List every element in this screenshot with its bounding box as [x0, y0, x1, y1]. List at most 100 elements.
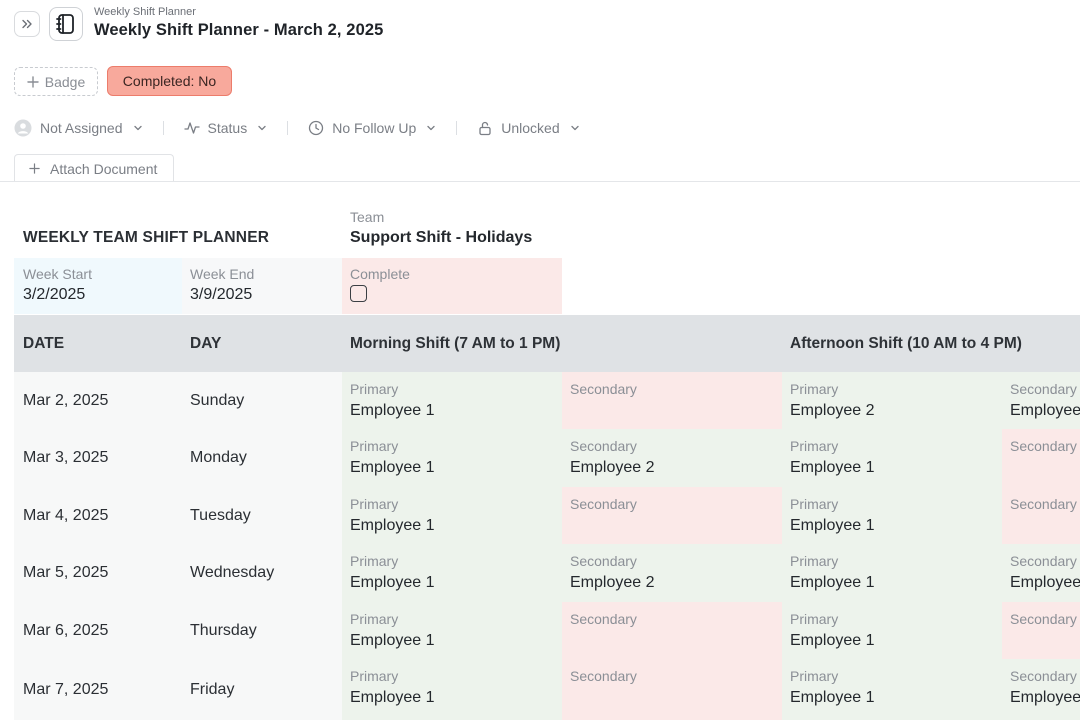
- morning-primary-cell[interactable]: Primary Employee 1: [342, 659, 562, 720]
- expand-sidebar-button[interactable]: [14, 11, 40, 37]
- afternoon-shift-header: Afternoon Shift (10 AM to 4 PM): [790, 334, 1022, 352]
- complete-checkbox[interactable]: [350, 285, 367, 302]
- afternoon-primary-label: Primary: [790, 611, 839, 627]
- date-cell[interactable]: Mar 6, 2025: [14, 602, 182, 659]
- follow-up-label: No Follow Up: [332, 120, 417, 136]
- breadcrumb[interactable]: Weekly Shift Planner: [94, 6, 196, 18]
- morning-secondary-cell[interactable]: Secondary: [562, 372, 782, 429]
- day-cell[interactable]: Thursday: [182, 602, 342, 659]
- morning-primary-label: Primary: [350, 668, 399, 684]
- afternoon-primary-value: Employee 2: [790, 402, 875, 419]
- morning-secondary-cell[interactable]: Secondary Employee 2: [562, 429, 782, 487]
- afternoon-primary-cell[interactable]: Primary Employee 1: [782, 659, 1002, 720]
- morning-shift-header: Morning Shift (7 AM to 1 PM): [350, 334, 561, 352]
- afternoon-secondary-cell[interactable]: Secondary Employee: [1002, 372, 1080, 429]
- afternoon-primary-label: Primary: [790, 553, 839, 569]
- team-value[interactable]: Support Shift - Holidays: [350, 229, 532, 247]
- week-end-label: Week End: [190, 266, 255, 282]
- assignee-dropdown[interactable]: Not Assigned: [14, 119, 143, 137]
- assignee-label: Not Assigned: [40, 120, 123, 136]
- date-cell[interactable]: Mar 4, 2025: [14, 487, 182, 544]
- afternoon-secondary-cell[interactable]: Secondary: [1002, 429, 1080, 487]
- afternoon-primary-cell[interactable]: Primary Employee 1: [782, 602, 1002, 659]
- afternoon-primary-cell[interactable]: Primary Employee 1: [782, 429, 1002, 487]
- plus-icon: [27, 75, 39, 88]
- document-title: WEEKLY TEAM SHIFT PLANNER: [23, 229, 270, 246]
- morning-primary-label: Primary: [350, 611, 399, 627]
- morning-primary-cell[interactable]: Primary Employee 1: [342, 372, 562, 429]
- morning-secondary-cell[interactable]: Secondary: [562, 487, 782, 544]
- day-cell[interactable]: Tuesday: [182, 487, 342, 544]
- week-end-cell[interactable]: Week End 3/9/2025: [182, 258, 342, 314]
- afternoon-primary-label: Primary: [790, 496, 839, 512]
- lock-dropdown[interactable]: Unlocked: [477, 120, 579, 136]
- date-cell[interactable]: Mar 7, 2025: [14, 659, 182, 720]
- morning-secondary-label: Secondary: [570, 438, 637, 454]
- morning-primary-cell[interactable]: Primary Employee 1: [342, 602, 562, 659]
- morning-secondary-cell[interactable]: Secondary: [562, 659, 782, 720]
- complete-cell: Complete: [342, 258, 562, 314]
- clock-icon: [309, 120, 324, 136]
- afternoon-secondary-cell[interactable]: Secondary: [1002, 487, 1080, 544]
- completed-status-badge[interactable]: Completed: No: [107, 66, 232, 96]
- week-start-value: 3/2/2025: [23, 286, 86, 303]
- morning-primary-cell[interactable]: Primary Employee 1: [342, 544, 562, 602]
- afternoon-secondary-cell[interactable]: Secondary Employee: [1002, 659, 1080, 720]
- afternoon-secondary-cell[interactable]: Secondary: [1002, 602, 1080, 659]
- morning-secondary-cell[interactable]: Secondary Employee 2: [562, 544, 782, 602]
- day-cell[interactable]: Friday: [182, 659, 342, 720]
- afternoon-primary-value: Employee 1: [790, 459, 875, 476]
- divider: [456, 121, 458, 135]
- morning-primary-cell[interactable]: Primary Employee 1: [342, 429, 562, 487]
- morning-secondary-label: Secondary: [570, 611, 637, 627]
- date-cell[interactable]: Mar 2, 2025: [14, 372, 182, 429]
- day-cell[interactable]: Monday: [182, 429, 342, 487]
- morning-primary-label: Primary: [350, 438, 399, 454]
- table-row: Mar 4, 2025 Tuesday Primary Employee 1 Secon…: [14, 487, 1080, 544]
- morning-primary-value: Employee 1: [350, 689, 435, 706]
- chevron-down-icon: [570, 125, 579, 131]
- afternoon-primary-label: Primary: [790, 381, 839, 397]
- page-title: Weekly Shift Planner - March 2, 2025: [94, 21, 384, 39]
- afternoon-secondary-label: Secondary: [1010, 668, 1077, 684]
- add-badge-button[interactable]: Badge: [14, 67, 98, 96]
- afternoon-primary-cell[interactable]: Primary Employee 1: [782, 544, 1002, 602]
- attach-document-label: Attach Document: [50, 160, 158, 177]
- user-avatar-icon: [14, 119, 32, 137]
- morning-secondary-label: Secondary: [570, 496, 637, 512]
- app-icon[interactable]: [49, 7, 83, 41]
- attach-document-button[interactable]: Attach Document: [14, 154, 174, 182]
- date-cell[interactable]: Mar 3, 2025: [14, 429, 182, 487]
- morning-primary-value: Employee 1: [350, 632, 435, 649]
- day-cell[interactable]: Sunday: [182, 372, 342, 429]
- afternoon-primary-value: Employee 1: [790, 632, 875, 649]
- morning-primary-label: Primary: [350, 496, 399, 512]
- status-label: Status: [207, 120, 248, 136]
- afternoon-secondary-value: Employee: [1010, 574, 1080, 591]
- morning-primary-cell[interactable]: Primary Employee 1: [342, 487, 562, 544]
- afternoon-primary-label: Primary: [790, 438, 839, 454]
- morning-primary-value: Employee 1: [350, 574, 435, 591]
- afternoon-primary-cell[interactable]: Primary Employee 1: [782, 487, 1002, 544]
- week-start-cell[interactable]: Week Start 3/2/2025: [14, 258, 182, 314]
- afternoon-secondary-cell[interactable]: Secondary Employee: [1002, 544, 1080, 602]
- chevron-down-icon: [427, 125, 435, 131]
- table-row: Mar 6, 2025 Thursday Primary Employee 1 Seco…: [14, 602, 1080, 659]
- morning-primary-value: Employee 1: [350, 459, 435, 476]
- table-row: Mar 2, 2025 Sunday Primary Employee 1 Second…: [14, 372, 1080, 429]
- table-row: Mar 3, 2025 Monday Primary Employee 1 Second…: [14, 429, 1080, 487]
- morning-secondary-label: Secondary: [570, 381, 637, 397]
- morning-secondary-cell[interactable]: Secondary: [562, 602, 782, 659]
- date-cell[interactable]: Mar 5, 2025: [14, 544, 182, 602]
- afternoon-primary-cell[interactable]: Primary Employee 2: [782, 372, 1002, 429]
- divider: [162, 121, 164, 135]
- afternoon-primary-value: Employee 1: [790, 517, 875, 534]
- status-dropdown[interactable]: Status: [183, 120, 268, 136]
- morning-secondary-value: Employee 2: [570, 459, 655, 476]
- team-label: Team: [350, 209, 385, 225]
- morning-primary-label: Primary: [350, 381, 399, 397]
- day-cell[interactable]: Wednesday: [182, 544, 342, 602]
- follow-up-dropdown[interactable]: No Follow Up: [308, 120, 436, 136]
- double-chevron-right-icon: [22, 19, 32, 29]
- afternoon-primary-value: Employee 1: [790, 689, 875, 706]
